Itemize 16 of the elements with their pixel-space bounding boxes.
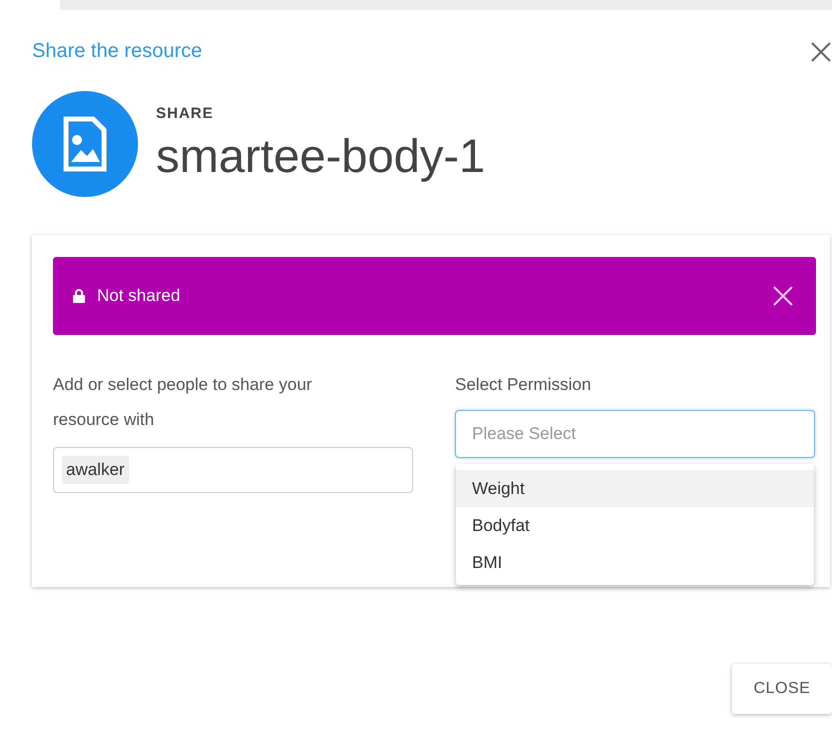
- menu-option[interactable]: Bodyfat: [456, 507, 814, 544]
- field-label: Add or select people to share your resource with: [53, 374, 313, 431]
- overline-label: SHARE: [156, 105, 215, 122]
- close-icon[interactable]: [810, 40, 832, 62]
- menu-option[interactable]: BMI: [456, 544, 814, 581]
- menu-option[interactable]: Weight: [456, 470, 814, 507]
- resource-name: smartee-body-1: [156, 128, 486, 183]
- dialog-title: Share the resource: [32, 40, 202, 63]
- people-field[interactable]: awalker: [53, 447, 413, 493]
- lock-icon: [73, 289, 85, 303]
- close-button[interactable]: CLOSE: [732, 664, 832, 714]
- image-file-icon: [63, 116, 107, 172]
- permission-select[interactable]: Please Select: [455, 410, 815, 458]
- user-chip[interactable]: awalker: [62, 456, 129, 484]
- banner-text: Not shared: [97, 286, 180, 306]
- field-label: Select Permission: [455, 374, 592, 396]
